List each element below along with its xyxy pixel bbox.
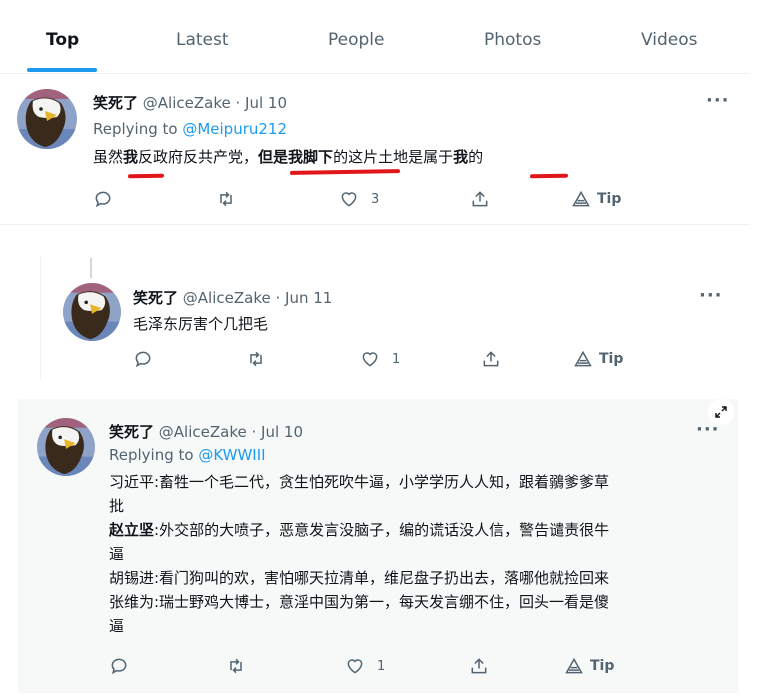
reply-icon: [111, 658, 127, 675]
avatar-eagle: [37, 418, 95, 476]
like-count: 3: [371, 191, 380, 207]
tweet-actions: 1 Tip: [109, 655, 669, 679]
tab-top[interactable]: Top: [46, 30, 79, 50]
tab-photos[interactable]: Photos: [484, 30, 541, 50]
replying-to: Replying to @KWWIII: [109, 446, 266, 464]
retweet-button[interactable]: [246, 348, 266, 370]
text-line: 张维为:瑞士野鸡大博士，意淫中国为第一，每天发言绷不住，回头一看是傻: [109, 593, 610, 611]
tip-button[interactable]: Tip: [573, 348, 623, 370]
like-button[interactable]: 1: [360, 348, 400, 370]
retweet-icon: [250, 351, 262, 367]
tweet-date[interactable]: · Jun 11: [276, 289, 333, 307]
tweet-date[interactable]: · Jul 10: [252, 423, 304, 441]
text-segment: 虽然: [93, 148, 124, 166]
tweet-text: 虽然我反政府反共产党，但是我脚下的这片土地是属于我的: [93, 146, 483, 169]
text-segment-bold: 但是我脚下: [258, 148, 334, 166]
tweet-header: 笑死了 @AliceZake · Jul 10: [93, 92, 287, 113]
retweet-button[interactable]: [226, 655, 246, 677]
replying-prefix: Replying to: [109, 446, 199, 464]
text-line: 赵立坚:外交部的大喷子，恶意发言没脑子，编的谎话没人信，警告谴责很牛: [109, 521, 610, 539]
like-icon: [362, 352, 378, 367]
user-handle[interactable]: @AliceZake: [183, 289, 271, 307]
reply-icon: [135, 351, 151, 368]
tab-videos[interactable]: Videos: [641, 30, 698, 50]
like-count: 1: [377, 658, 386, 674]
tab-people[interactable]: People: [328, 30, 384, 50]
text-segment-bold: 我: [123, 148, 139, 166]
tweet-actions: 1 Tip: [133, 348, 693, 372]
like-button[interactable]: 1: [345, 655, 385, 677]
tweet-date[interactable]: · Jul 10: [236, 94, 288, 112]
tip-button[interactable]: Tip: [571, 188, 621, 210]
replying-to-link[interactable]: @Meipuru212: [182, 120, 287, 138]
tip-icon: [572, 190, 590, 207]
tab-latest[interactable]: Latest: [176, 30, 229, 50]
reply-button[interactable]: [133, 348, 153, 370]
tweet-card[interactable]: 笑死了 @AliceZake · Jul 10 ··· Replying to …: [0, 74, 750, 225]
text-line: 习近平:畜牲一个毛二代，贪生怕死吹牛逼，小学学历人人知，跟着鶸爹爹草: [109, 473, 610, 491]
text-line: 逼: [109, 545, 125, 563]
share-button[interactable]: [470, 188, 490, 210]
text-segment: 的: [468, 148, 484, 166]
annotation-underline: [529, 173, 569, 179]
tweet-header: 笑死了 @AliceZake · Jul 10: [109, 421, 303, 442]
replying-to: Replying to @Meipuru212: [93, 120, 287, 138]
tip-button[interactable]: Tip: [564, 655, 614, 677]
avatar-eagle: [63, 283, 121, 341]
share-button[interactable]: [469, 655, 489, 677]
replying-to-link[interactable]: @KWWIII: [198, 446, 265, 464]
tweet-header: 笑死了 @AliceZake · Jun 11: [133, 287, 332, 308]
tweet-actions: 3 Tip: [93, 188, 653, 212]
tweet-card[interactable]: 笑死了 @AliceZake · Jun 11 ··· 毛泽东厉害个几把毛 1 …: [40, 255, 741, 380]
tip-icon: [565, 657, 583, 674]
user-handle[interactable]: @AliceZake: [159, 423, 247, 441]
tweet-card[interactable]: 笑死了 @AliceZake · Jul 10 ··· Replying to …: [18, 399, 738, 693]
more-icon[interactable]: ···: [696, 419, 720, 440]
retweet-icon: [230, 658, 242, 674]
like-icon: [347, 659, 363, 674]
like-button[interactable]: 3: [339, 188, 379, 210]
share-icon: [472, 191, 488, 207]
thread-line: [90, 258, 92, 278]
tweet-text: 习近平:畜牲一个毛二代，贪生怕死吹牛逼，小学学历人人知，跟着鶸爹爹草 批 赵立坚…: [109, 470, 724, 638]
display-name[interactable]: 笑死了: [133, 289, 178, 307]
user-handle[interactable]: @AliceZake: [143, 94, 231, 112]
reply-button[interactable]: [93, 188, 113, 210]
text-line: 胡锡进:看门狗叫的欢，害怕哪天拉清单，维尼盘子扔出去，落哪他就捡回来: [109, 569, 610, 587]
like-icon: [341, 192, 357, 207]
text-segment: 的这片土地是属于: [333, 148, 454, 166]
share-icon: [483, 351, 499, 367]
annotation-underline: [127, 173, 165, 179]
tweet-text: 毛泽东厉害个几把毛: [133, 315, 269, 333]
more-icon[interactable]: ···: [706, 90, 730, 111]
like-count: 1: [392, 351, 401, 367]
text-segment-bold: 我: [453, 148, 469, 166]
search-tabs: Top Latest People Photos Videos: [0, 0, 750, 74]
tip-label: Tip: [597, 191, 622, 207]
display-name[interactable]: 笑死了: [93, 94, 138, 112]
retweet-button[interactable]: [216, 188, 236, 210]
avatar[interactable]: [37, 418, 95, 476]
more-icon[interactable]: ···: [699, 285, 723, 306]
replying-prefix: Replying to: [93, 120, 183, 138]
avatar-eagle: [17, 89, 77, 149]
avatar[interactable]: [17, 89, 77, 149]
annotation-underline: [289, 169, 401, 175]
display-name[interactable]: 笑死了: [109, 423, 154, 441]
share-icon: [471, 658, 487, 674]
text-segment: 反政府反共产党，: [138, 148, 259, 166]
text-line: 批: [109, 497, 125, 515]
text-line: 逼: [109, 617, 125, 635]
reply-button[interactable]: [109, 655, 129, 677]
retweet-icon: [220, 191, 232, 207]
tip-label: Tip: [590, 658, 615, 674]
tip-label: Tip: [599, 351, 624, 367]
reply-icon: [95, 191, 111, 208]
tip-icon: [574, 350, 592, 367]
share-button[interactable]: [481, 348, 501, 370]
avatar[interactable]: [63, 283, 121, 341]
active-tab-indicator: [27, 68, 97, 72]
